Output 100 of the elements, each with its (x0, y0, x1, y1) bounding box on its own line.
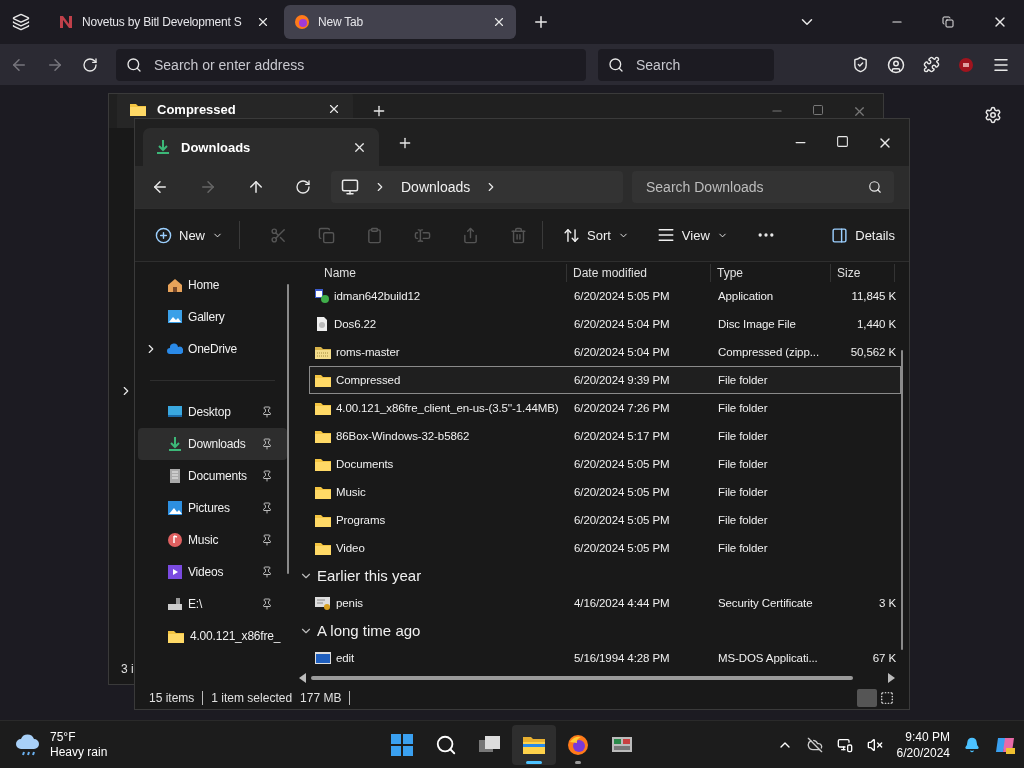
column-header[interactable]: Type (711, 264, 831, 282)
file-row[interactable]: Documents 6/20/2024 5:05 PM File folder (309, 450, 901, 478)
status-text: 1 item selected (210, 691, 294, 705)
folder-icon (314, 428, 332, 444)
taskbar-app[interactable] (512, 724, 556, 765)
type-cell-text: File folder (717, 374, 769, 386)
file-row[interactable]: Compressed 6/20/2024 9:39 PM File folder (309, 366, 901, 394)
task-view-icon[interactable] (479, 734, 501, 755)
close-icon[interactable] (492, 15, 506, 29)
address-field[interactable]: Search or enter address (116, 48, 586, 81)
sidebar-item[interactable]: Home (138, 269, 287, 301)
new-button[interactable]: New (153, 222, 225, 248)
date-cell-text: 5/16/1994 4:28 PM (573, 652, 671, 664)
close-icon[interactable] (256, 15, 270, 29)
column-header[interactable]: Name (291, 264, 567, 282)
restore-icon[interactable] (942, 16, 954, 28)
group-header[interactable]: Earlier this year (291, 562, 909, 589)
pin-icon[interactable] (261, 502, 273, 514)
view-button[interactable]: View (654, 222, 730, 248)
tab-list-icon[interactable] (12, 13, 30, 31)
file-row[interactable]: Music 6/20/2024 5:05 PM File folder (309, 478, 901, 506)
close-icon[interactable] (327, 102, 341, 116)
type-cell-text: File folder (717, 458, 769, 470)
search-icon[interactable] (435, 733, 457, 756)
date-cell-text: 6/20/2024 5:05 PM (573, 514, 671, 526)
sidebar-item[interactable]: Desktop (138, 396, 287, 428)
tab-title: Downloads (181, 139, 252, 155)
browser-tab[interactable]: New Tab (284, 5, 516, 39)
emulator-app-icon[interactable] (611, 734, 633, 755)
extensions-icon[interactable] (923, 56, 940, 73)
account-icon[interactable] (887, 55, 905, 74)
search-field[interactable]: Search (598, 48, 774, 81)
monitor-icon (341, 178, 359, 196)
sidebar-item[interactable]: OneDrive (138, 333, 287, 365)
notification-icon[interactable] (964, 736, 980, 753)
new-tab-icon[interactable] (371, 103, 387, 119)
file-row[interactable]: 86Box-Windows-32-b5862 6/20/2024 5:17 PM File folder (309, 422, 901, 450)
pin-icon[interactable] (261, 534, 273, 546)
video-icon (167, 564, 183, 580)
temperature-text: 75°F (50, 729, 77, 745)
clock[interactable]: 9:40 PM 6/20/2024 (896, 728, 950, 761)
folder-icon (314, 372, 332, 388)
pin-icon[interactable] (261, 470, 273, 482)
refresh-icon[interactable] (295, 179, 311, 195)
file-row[interactable]: edit 5/16/1994 4:28 PM MS-DOS Applicati... 67 K (309, 644, 901, 672)
file-row[interactable]: Video 6/20/2024 5:05 PM File folder (309, 534, 901, 562)
details-button[interactable]: Details (829, 222, 897, 248)
group-header[interactable]: A long time ago (291, 617, 909, 644)
file-row[interactable]: penis 4/16/2024 4:44 PM Security Certificate 3 K (309, 589, 901, 617)
file-row[interactable]: 4.00.121_x86fre_client_en-us-(3.5''-1.44MB) 6/20/2024 7:26 PM File folder (309, 394, 901, 422)
breadcrumb-item[interactable]: Downloads (401, 179, 471, 195)
browser-tab[interactable]: Novetus by Bitl Development S (48, 5, 280, 39)
column-header[interactable]: Size (831, 264, 895, 282)
sidebar-item[interactable]: Pictures (138, 492, 287, 524)
firefox-icon[interactable] (567, 733, 589, 756)
type-cell-text: Compressed (zipp... (717, 346, 820, 358)
firefox-icon (294, 14, 310, 30)
gallery-icon (167, 309, 183, 325)
reload-icon[interactable] (82, 56, 98, 73)
file-row[interactable]: Dos6.22 6/20/2024 5:04 PM Disc Image File 1,440 K (309, 310, 901, 338)
pin-icon[interactable] (261, 566, 273, 578)
cloud-off-icon[interactable] (806, 736, 823, 753)
file-explorer-icon[interactable] (522, 734, 546, 755)
windows-icon[interactable] (391, 733, 413, 756)
scrollbar[interactable] (311, 676, 853, 680)
sidebar-item[interactable]: Documents (138, 460, 287, 492)
type-cell-text: Security Certificate (717, 597, 814, 609)
file-row[interactable]: Programs 6/20/2024 5:05 PM File folder (309, 506, 901, 534)
file-name: Compressed (336, 374, 401, 386)
date-cell-text: 6/20/2024 7:26 PM (573, 402, 671, 414)
address-bar[interactable]: Downloads (331, 171, 623, 203)
disc-image-icon (314, 316, 330, 332)
sidebar-item[interactable]: Downloads (138, 428, 287, 460)
weather-icon[interactable] (16, 732, 42, 757)
sidebar-item[interactable]: E:\ (138, 588, 287, 620)
scroll-left-icon[interactable] (299, 673, 307, 683)
column-header[interactable]: Date modified (567, 264, 711, 282)
folder-icon (314, 456, 332, 472)
pin-icon[interactable] (261, 438, 273, 450)
file-row[interactable]: idman642build12 6/20/2024 5:05 PM Application 11,845 K (309, 282, 901, 310)
sidebar-item[interactable]: Videos (138, 556, 287, 588)
back-icon[interactable] (151, 178, 169, 196)
file-row[interactable]: roms-master 6/20/2024 5:04 PM Compressed (zipp... 50,562 K (309, 338, 901, 366)
search-field[interactable]: Search Downloads (632, 171, 894, 203)
running-indicator (526, 760, 542, 764)
sort-button[interactable]: Sort (561, 222, 631, 248)
sidebar-item[interactable]: Music (138, 524, 287, 556)
file-name: roms-master (336, 346, 400, 358)
cloud-icon (167, 341, 183, 357)
forward-icon[interactable] (199, 178, 217, 196)
volume-muted-icon[interactable] (866, 736, 883, 753)
sidebar-item[interactable]: Gallery (138, 301, 287, 333)
up-icon[interactable] (247, 178, 265, 196)
zipped-folder-icon (314, 344, 332, 360)
sidebar-item[interactable]: 4.00.121_x86fre_ (138, 620, 287, 652)
pin-icon[interactable] (261, 406, 273, 418)
scroll-right-icon[interactable] (887, 673, 895, 683)
pin-icon[interactable] (261, 598, 273, 610)
settings-icon[interactable] (984, 106, 1002, 124)
new-tab-icon[interactable] (532, 13, 550, 31)
